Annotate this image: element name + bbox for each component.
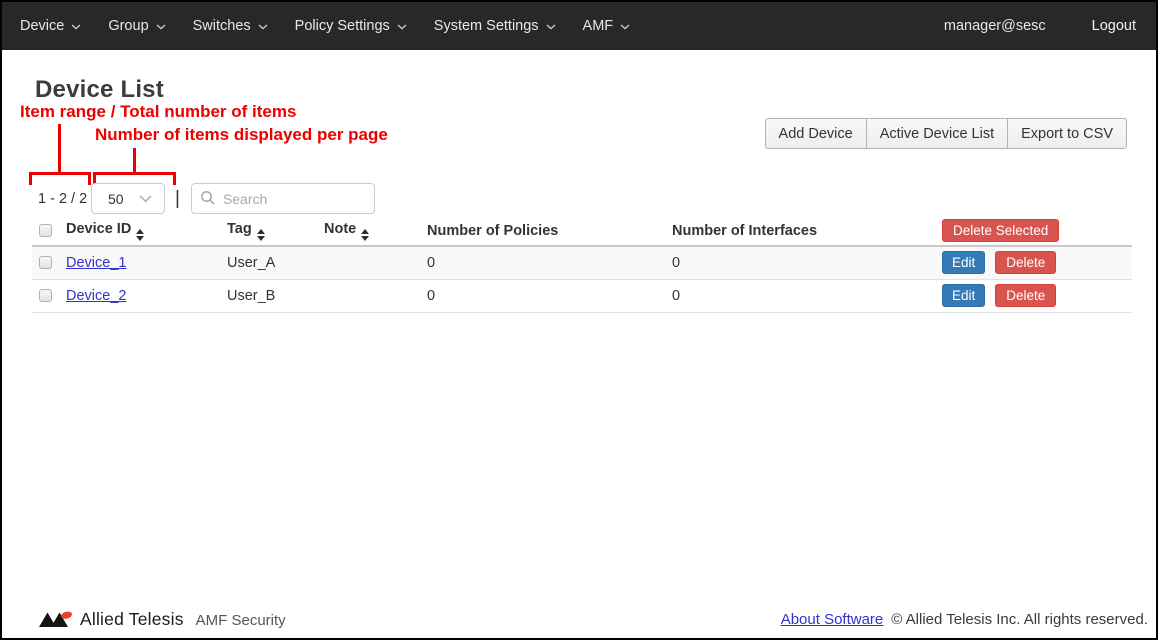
chevron-down-icon — [71, 24, 81, 30]
tag-cell: User_B — [227, 279, 324, 312]
tag-cell: User_A — [227, 246, 324, 279]
nav-item-label: Policy Settings — [295, 18, 390, 34]
sort-icon — [257, 229, 265, 241]
col-header-note[interactable]: Note — [324, 216, 427, 246]
row-checkbox[interactable] — [39, 256, 52, 269]
nav-item-group[interactable]: Group — [108, 18, 165, 34]
logged-in-user: manager@sesc — [944, 18, 1046, 34]
product-name: AMF Security — [196, 609, 286, 629]
delete-selected-button[interactable]: Delete Selected — [942, 219, 1059, 242]
annotation-stem-line — [58, 124, 61, 172]
page: Device Group Switches Policy Settings Sy… — [0, 0, 1158, 640]
nav-item-label: Group — [108, 18, 148, 34]
col-header-device-id[interactable]: Device ID — [66, 216, 227, 246]
policies-cell: 0 — [427, 246, 672, 279]
nav-item-label: Switches — [193, 18, 251, 34]
per-page-select[interactable]: 50 — [91, 183, 165, 214]
select-all-checkbox[interactable] — [39, 224, 52, 237]
interfaces-cell: 0 — [672, 246, 942, 279]
nav-item-device[interactable]: Device — [20, 18, 81, 34]
footer-links: About Software © Allied Telesis Inc. All… — [781, 611, 1148, 628]
chevron-down-icon — [546, 24, 556, 30]
add-device-button[interactable]: Add Device — [765, 118, 867, 149]
per-page-value: 50 — [108, 191, 124, 207]
nav-item-amf[interactable]: AMF — [583, 18, 631, 34]
toolbar-button-group: Add Device Active Device List Export to … — [765, 118, 1127, 149]
brand-name: Allied Telesis — [80, 609, 184, 630]
nav-item-label: Device — [20, 18, 64, 34]
chevron-down-icon — [156, 24, 166, 30]
table-row: Device_1 User_A 0 0 Edit Delete — [32, 246, 1132, 279]
navbar: Device Group Switches Policy Settings Sy… — [2, 2, 1156, 50]
about-software-link[interactable]: About Software — [781, 611, 884, 628]
navbar-right: manager@sesc Logout — [944, 18, 1136, 34]
nav-item-label: System Settings — [434, 18, 539, 34]
interfaces-cell: 0 — [672, 279, 942, 312]
search-icon — [200, 190, 216, 206]
annotation-item-range: Item range / Total number of items — [20, 102, 296, 122]
col-header-actions: Delete Selected — [942, 216, 1132, 246]
delete-button[interactable]: Delete — [995, 251, 1056, 274]
table-row: Device_2 User_B 0 0 Edit Delete — [32, 279, 1132, 312]
table-header-row: Device ID Tag Note Number of Policies Nu… — [32, 216, 1132, 246]
export-to-csv-button[interactable]: Export to CSV — [1007, 118, 1127, 149]
edit-button[interactable]: Edit — [942, 284, 985, 307]
logout-button[interactable]: Logout — [1092, 18, 1136, 34]
footer-brand: Allied Telesis AMF Security — [38, 609, 286, 630]
col-header-tag[interactable]: Tag — [227, 216, 324, 246]
chevron-down-icon — [139, 195, 152, 203]
nav-item-label: AMF — [583, 18, 614, 34]
sort-icon — [361, 229, 369, 241]
device-link[interactable]: Device_2 — [66, 288, 126, 304]
col-header-interfaces: Number of Interfaces — [672, 216, 942, 246]
note-cell — [324, 246, 427, 279]
allied-telesis-logo-icon — [38, 610, 74, 629]
nav-item-system-settings[interactable]: System Settings — [434, 18, 556, 34]
active-device-list-button[interactable]: Active Device List — [866, 118, 1008, 149]
chevron-down-icon — [397, 24, 407, 30]
chevron-down-icon — [258, 24, 268, 30]
col-header-policies: Number of Policies — [427, 216, 672, 246]
edit-button[interactable]: Edit — [942, 251, 985, 274]
footer: Allied Telesis AMF Security About Softwa… — [2, 602, 1156, 636]
copyright-text: © Allied Telesis Inc. All rights reserve… — [891, 611, 1148, 628]
policies-cell: 0 — [427, 279, 672, 312]
nav-item-switches[interactable]: Switches — [193, 18, 268, 34]
note-cell — [324, 279, 427, 312]
chevron-down-icon — [620, 24, 630, 30]
delete-button[interactable]: Delete — [995, 284, 1056, 307]
annotation-per-page: Number of items displayed per page — [95, 125, 388, 145]
navbar-menu: Device Group Switches Policy Settings Sy… — [20, 18, 630, 34]
search-input[interactable] — [191, 183, 375, 214]
annotation-stem-line — [133, 148, 136, 172]
list-controls: 1 - 2 / 2 50 | — [38, 183, 375, 214]
row-checkbox[interactable] — [39, 289, 52, 302]
page-title: Device List — [35, 76, 164, 104]
search-box — [191, 183, 375, 214]
item-range-text: 1 - 2 / 2 — [38, 191, 91, 207]
device-link[interactable]: Device_1 — [66, 255, 126, 271]
device-table: Device ID Tag Note Number of Policies Nu… — [32, 216, 1132, 313]
sort-icon — [136, 229, 144, 241]
controls-separator: | — [175, 188, 180, 210]
nav-item-policy-settings[interactable]: Policy Settings — [295, 18, 407, 34]
